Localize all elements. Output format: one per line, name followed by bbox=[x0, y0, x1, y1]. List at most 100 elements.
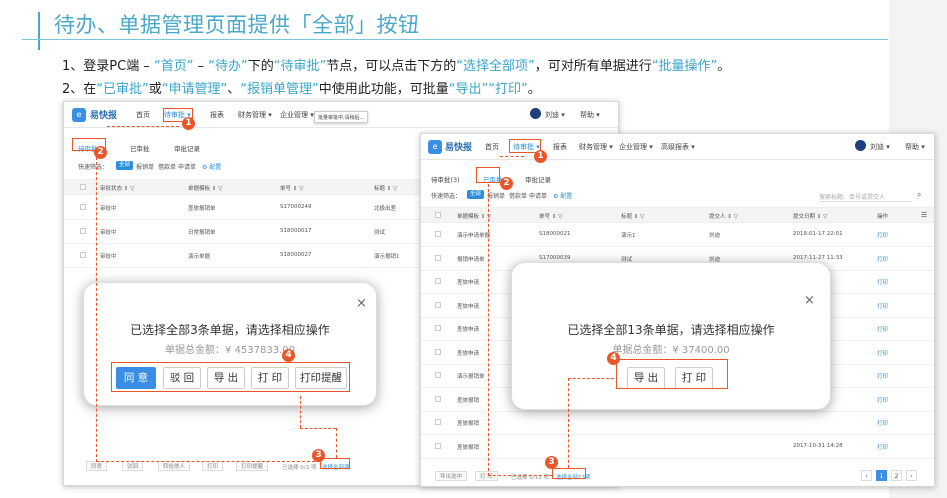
table-cell: 北极出差 bbox=[374, 206, 397, 212]
page-next[interactable]: › bbox=[906, 470, 917, 481]
search-input[interactable]: 搜索标题、单号或提交人 bbox=[819, 192, 911, 202]
row-print-link[interactable]: 打印 bbox=[877, 302, 888, 310]
nav-home[interactable]: 首页 bbox=[485, 142, 499, 152]
tab-approved[interactable]: 已审批 bbox=[130, 143, 150, 153]
nav-home[interactable]: 首页 bbox=[136, 110, 150, 120]
row-checkbox[interactable] bbox=[435, 254, 441, 261]
footer-print-button[interactable]: 打印 bbox=[202, 461, 224, 471]
page-prev[interactable]: ‹ bbox=[861, 470, 872, 481]
row-print-link[interactable]: 打印 bbox=[877, 325, 888, 333]
footer-agree-button[interactable]: 同意 bbox=[86, 461, 108, 471]
desc-line1-segment: “选择全部项” bbox=[456, 59, 535, 74]
row-checkbox[interactable] bbox=[435, 395, 441, 402]
nav-advanced-reports[interactable]: 高级报表 ▾ bbox=[661, 142, 695, 152]
table-cell: 2017-10-31 14:28 bbox=[793, 442, 843, 449]
page-1[interactable]: 1 bbox=[876, 470, 887, 481]
close-icon[interactable]: × bbox=[356, 296, 367, 311]
nav-enterprise[interactable]: 企业管理 ▾ bbox=[619, 142, 653, 152]
row-print-link[interactable]: 打印 bbox=[877, 255, 888, 263]
footer-transfer-button[interactable]: 转给他人 bbox=[158, 461, 191, 471]
table-cell: 演示1 bbox=[621, 233, 636, 239]
row-checkbox[interactable] bbox=[435, 325, 441, 331]
row-checkbox[interactable] bbox=[435, 442, 441, 449]
row-checkbox[interactable] bbox=[80, 228, 86, 234]
leader-2-left bbox=[96, 152, 97, 462]
col-number[interactable]: 单号 ⇕ ▽ bbox=[539, 212, 562, 220]
footer-reject-button[interactable]: 驳回 bbox=[122, 461, 144, 471]
row-print-link[interactable]: 打印 bbox=[877, 372, 888, 380]
chip-all[interactable]: 全部 bbox=[467, 190, 485, 199]
row-print-link[interactable]: 打印 bbox=[877, 278, 888, 286]
row-checkbox[interactable] bbox=[435, 419, 441, 425]
desc-line1-segment: ，可对所有单据进行 bbox=[534, 59, 652, 74]
row-checkbox[interactable] bbox=[435, 278, 441, 284]
help-menu[interactable]: 帮助 ▾ bbox=[580, 110, 600, 120]
table-cell: 审批中 bbox=[100, 230, 117, 236]
col-template[interactable]: 单据模板 ⇕ ▽ bbox=[457, 212, 491, 220]
leader-3-left bbox=[96, 461, 320, 462]
step-badge-2-right: 2 bbox=[500, 177, 513, 190]
chip-application[interactable]: 申请单 bbox=[529, 191, 547, 200]
table-cell: 审批中 bbox=[100, 206, 117, 212]
row-print-link[interactable]: 打印 bbox=[877, 349, 888, 357]
nav-enterprise[interactable]: 企业管理 ▾ bbox=[280, 110, 314, 120]
table-cell: 2018-01-17 22:01 bbox=[793, 231, 843, 237]
row-print-link[interactable]: 打印 bbox=[877, 443, 888, 451]
col-number[interactable]: 单号 ⇕ ▽ bbox=[280, 184, 303, 192]
chip-reimburse[interactable]: 报销单 bbox=[136, 162, 154, 171]
step-badge-1-right: 1 bbox=[534, 150, 547, 163]
chip-reimburse[interactable]: 报销单 bbox=[487, 191, 505, 200]
avatar[interactable] bbox=[855, 140, 866, 151]
avatar[interactable] bbox=[530, 108, 541, 119]
row-checkbox[interactable] bbox=[435, 348, 441, 355]
page-2[interactable]: 2 bbox=[891, 470, 902, 481]
table-cell: 差旅申请 bbox=[457, 327, 480, 333]
column-settings-icon[interactable]: ☰ bbox=[921, 211, 927, 219]
nav-finance[interactable]: 财务管理 ▾ bbox=[579, 142, 613, 152]
row-print-link[interactable]: 打印 bbox=[877, 396, 888, 404]
nav-finance[interactable]: 财务管理 ▾ bbox=[238, 110, 272, 120]
tab-pending[interactable]: 待审批(3) bbox=[431, 174, 460, 184]
chip-loan[interactable]: 借款单 bbox=[158, 162, 176, 171]
col-status[interactable]: 审批状态 ⇕ ▽ bbox=[100, 184, 134, 192]
table-cell: 差旅报销 bbox=[457, 444, 480, 451]
desc-line2-segment: 。 bbox=[527, 82, 541, 97]
help-menu[interactable]: 帮助 ▾ bbox=[905, 142, 925, 152]
chip-all[interactable]: 全部 bbox=[116, 161, 134, 170]
col-title[interactable]: 标题 ⇕ ▽ bbox=[374, 184, 397, 192]
footer-export-selected-button[interactable]: 导出选中 bbox=[435, 471, 468, 481]
table-cell: S17000039 bbox=[539, 254, 571, 261]
config-button[interactable]: ⚙ 配置 bbox=[553, 191, 572, 200]
config-button[interactable]: ⚙ 配置 bbox=[202, 162, 221, 171]
footer-print-button[interactable]: 打 印 bbox=[475, 471, 498, 481]
row-checkbox[interactable] bbox=[80, 204, 86, 210]
user-menu[interactable]: 刘迪 ▾ bbox=[545, 110, 565, 120]
chip-loan[interactable]: 借款单 bbox=[509, 191, 527, 200]
row-checkbox[interactable] bbox=[435, 372, 441, 378]
row-checkbox[interactable] bbox=[80, 252, 86, 258]
select-all-checkbox[interactable] bbox=[80, 184, 86, 190]
tab-approval-history[interactable]: 审批记录 bbox=[174, 143, 200, 153]
footer-print-remind-button[interactable]: 打印提醒 bbox=[236, 461, 269, 471]
col-template[interactable]: 单据模板 ⇕ ▽ bbox=[188, 184, 222, 192]
user-menu[interactable]: 刘迪 ▾ bbox=[870, 142, 890, 152]
tab-approval-history[interactable]: 审批记录 bbox=[525, 174, 551, 184]
close-icon[interactable]: × bbox=[804, 293, 815, 308]
row-checkbox[interactable] bbox=[435, 301, 441, 308]
select-all-checkbox[interactable] bbox=[435, 212, 441, 218]
row-print-link[interactable]: 打印 bbox=[877, 419, 888, 427]
col-submitter[interactable]: 提交人 ⇕ ▽ bbox=[709, 212, 738, 220]
desc-line2-segment: “已审批” bbox=[96, 82, 149, 97]
chip-application[interactable]: 申请单 bbox=[178, 162, 196, 171]
row-checkbox[interactable] bbox=[435, 231, 441, 237]
nav-reports[interactable]: 报表 bbox=[210, 110, 224, 120]
search-icon[interactable]: ⌕ bbox=[917, 190, 921, 200]
table-cell: 演示报销单 bbox=[457, 374, 485, 380]
row-print-link[interactable]: 打印 bbox=[877, 231, 888, 239]
nav-reports[interactable]: 报表 bbox=[553, 142, 567, 152]
top-nav: e 易快报 首页 待审批 ▾ 报表 财务管理 ▾ 企业管理 ▾ 高级报表 ▾ 刘… bbox=[421, 134, 934, 160]
col-title[interactable]: 标题 ⇕ ▽ bbox=[621, 212, 644, 220]
col-submit-date[interactable]: 提交日期 ⇕ ▽ bbox=[793, 212, 827, 220]
desc-line1-segment: 1、登录PC端 – bbox=[62, 59, 154, 74]
step-badge-3-right: 3 bbox=[545, 456, 558, 469]
